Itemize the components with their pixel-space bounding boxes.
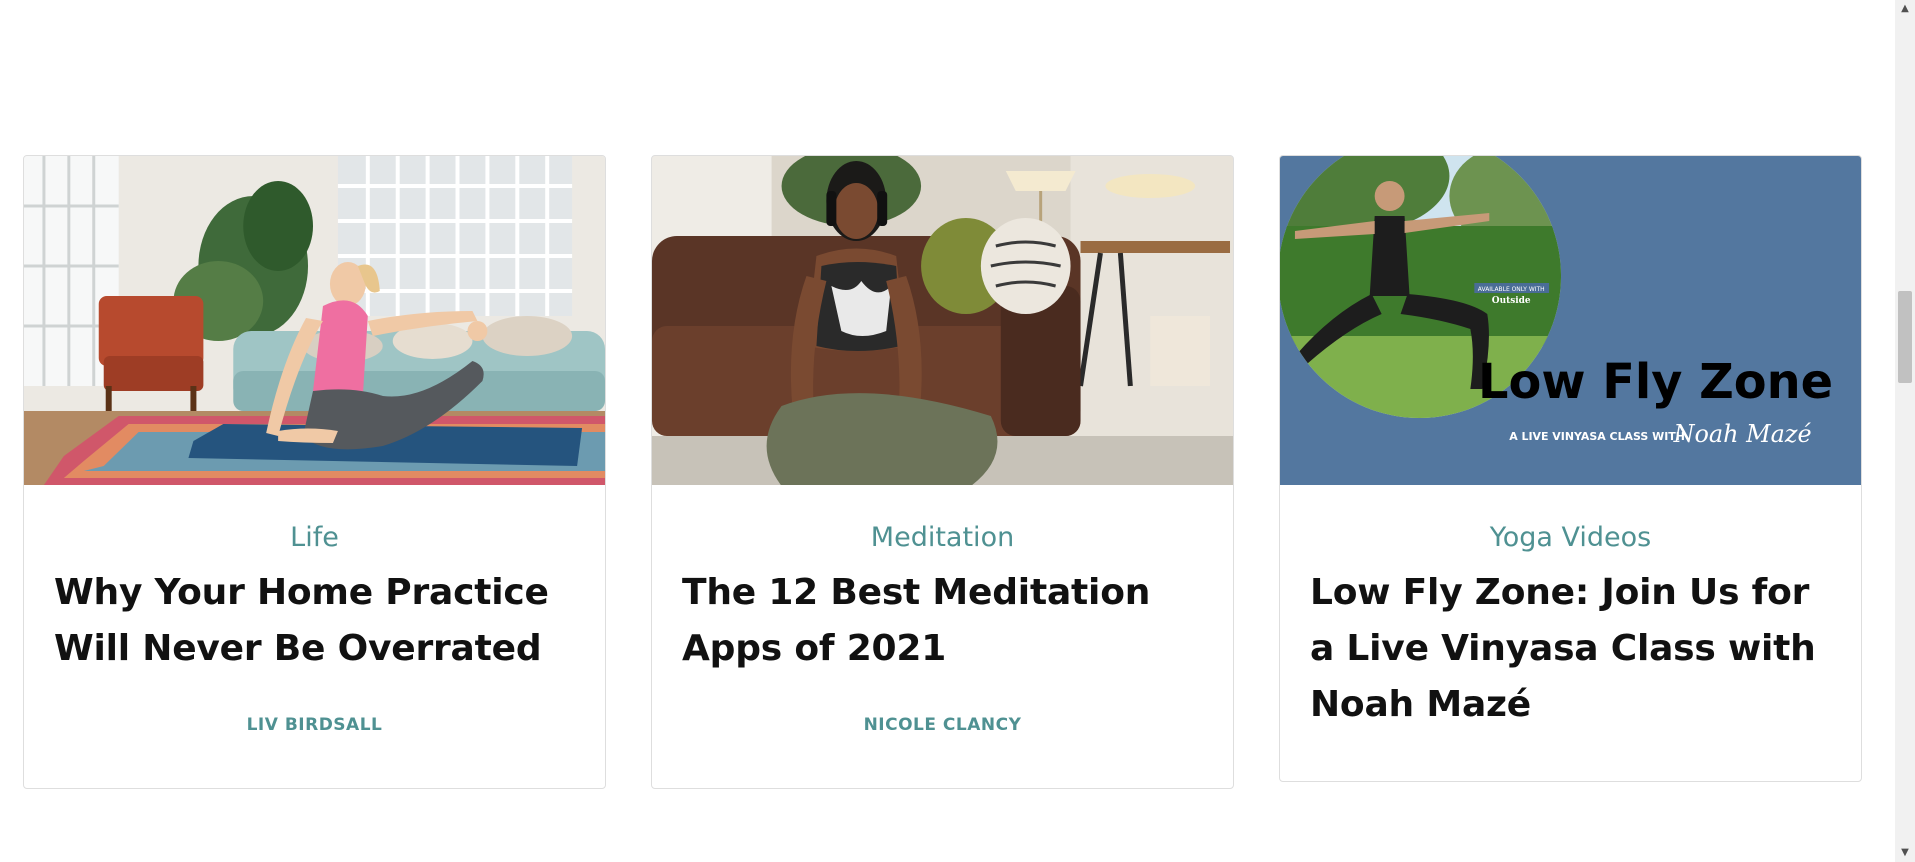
article-image[interactable] — [652, 156, 1233, 485]
promo-badge-brand: Outside — [1492, 296, 1531, 306]
article-image[interactable]: AVAILABLE ONLY WITH Outside Low Fly Zone… — [1280, 156, 1861, 485]
card-category-link[interactable]: Life — [290, 521, 339, 555]
promo-headline: Low Fly Zone — [1478, 355, 1833, 410]
article-image[interactable] — [24, 156, 605, 485]
card-category-link[interactable]: Meditation — [871, 521, 1014, 555]
card-title[interactable]: Why Your Home Practice Will Never Be Ove… — [54, 565, 575, 677]
scrollbar-thumb[interactable] — [1898, 291, 1912, 383]
low-fly-zone-promo: AVAILABLE ONLY WITH Outside Low Fly Zone… — [1280, 156, 1861, 485]
vertical-scrollbar[interactable]: ▲ ▼ — [1895, 0, 1915, 862]
article-card-grid: Life Why Your Home Practice Will Never B… — [23, 155, 1862, 789]
promo-subline: A LIVE VINYASA CLASS WITH — [1509, 430, 1685, 443]
promo-signature: Noah Mazé — [1673, 420, 1812, 448]
card-category-link[interactable]: Yoga Videos — [1490, 521, 1651, 555]
article-card[interactable]: Life Why Your Home Practice Will Never B… — [23, 155, 606, 789]
article-card[interactable]: Meditation The 12 Best Meditation Apps o… — [651, 155, 1234, 789]
card-author-link[interactable]: NICOLE CLANCY — [864, 715, 1022, 735]
scroll-down-arrow-icon[interactable]: ▼ — [1895, 844, 1915, 862]
card-title[interactable]: Low Fly Zone: Join Us for a Live Vinyasa… — [1310, 565, 1831, 733]
scroll-up-arrow-icon[interactable]: ▲ — [1895, 0, 1915, 18]
promo-badge-text: AVAILABLE ONLY WITH — [1478, 286, 1545, 293]
meditation-photo — [652, 156, 1233, 485]
card-title[interactable]: The 12 Best Meditation Apps of 2021 — [682, 565, 1203, 677]
page: Life Why Your Home Practice Will Never B… — [0, 0, 1915, 862]
card-author-link[interactable]: LIV BIRDSALL — [247, 715, 383, 735]
article-card[interactable]: AVAILABLE ONLY WITH Outside Low Fly Zone… — [1279, 155, 1862, 782]
home-practice-photo — [24, 156, 605, 485]
